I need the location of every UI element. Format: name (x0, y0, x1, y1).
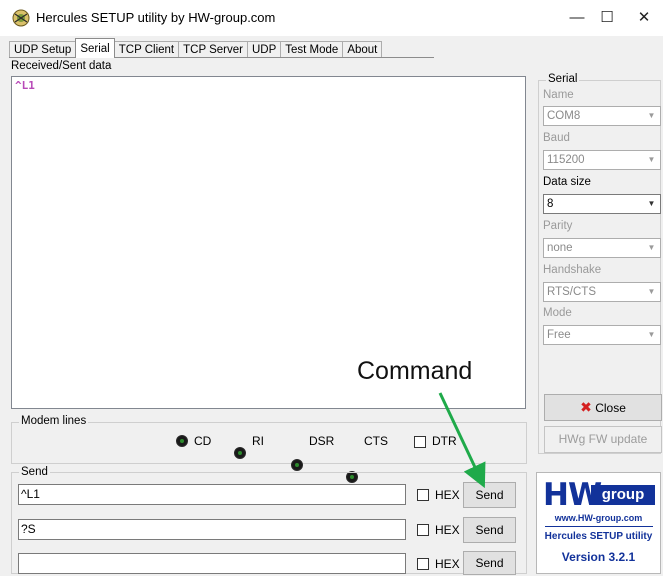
window-title: Hercules SETUP utility by HW-group.com (36, 10, 276, 25)
tab-underline (9, 57, 434, 58)
parity-value: none (547, 242, 573, 254)
baud-select[interactable]: 115200 ▼ (543, 150, 661, 170)
cd-label: CD (194, 434, 212, 448)
command-annotation-label: Command (357, 357, 473, 385)
hw-group-logo[interactable]: HW group www.HW-group.com Hercules SETUP… (536, 472, 661, 574)
parity-select[interactable]: none ▼ (543, 238, 661, 258)
received-data-label: Received/Sent data (11, 60, 112, 72)
hwg-fw-update-button[interactable]: HWg FW update (544, 426, 662, 453)
chevron-down-icon: ▼ (647, 287, 656, 296)
hex-checkbox-3[interactable] (417, 558, 429, 570)
mode-label: Mode (543, 307, 572, 319)
received-data-text: ^L1 (15, 79, 35, 92)
baud-label: Baud (543, 132, 570, 144)
tab-tcp-server[interactable]: TCP Server (178, 41, 248, 58)
tab-tcp-client[interactable]: TCP Client (113, 41, 180, 58)
tab-strip: UDP Setup Serial TCP Client TCP Server U… (9, 38, 383, 58)
dtr-checkbox[interactable] (414, 436, 426, 448)
dsr-led-indicator (291, 459, 303, 471)
tab-udp[interactable]: UDP (246, 41, 282, 58)
maximize-button[interactable]: ☐ (596, 8, 618, 28)
handshake-value: RTS/CTS (547, 286, 596, 298)
logo-version: Version 3.2.1 (561, 550, 636, 564)
hex-checkbox-2[interactable] (417, 524, 429, 536)
tab-udp-setup[interactable]: UDP Setup (9, 41, 77, 58)
ri-label: RI (252, 434, 264, 448)
logo-group-text: group (591, 485, 655, 505)
hex-checkbox-1[interactable] (417, 489, 429, 501)
mode-value: Free (547, 329, 571, 341)
tab-serial[interactable]: Serial (75, 38, 115, 58)
port-name-label: Name (543, 89, 574, 101)
modem-lines-label: Modem lines (19, 415, 89, 428)
close-port-label: Close (595, 401, 626, 415)
ri-led-indicator (234, 447, 246, 459)
handshake-label: Handshake (543, 264, 602, 276)
cts-label: CTS (364, 434, 388, 448)
hex-label-1: HEX (435, 488, 460, 502)
send-button-3[interactable]: Send (463, 551, 516, 575)
minimize-button[interactable]: — (566, 8, 588, 28)
chevron-down-icon: ▼ (647, 111, 656, 120)
send-input-1[interactable]: ^L1 (18, 484, 406, 505)
close-window-button[interactable]: ✕ (633, 8, 655, 28)
dtr-label: DTR (432, 434, 457, 448)
chevron-down-icon: ▼ (647, 243, 656, 252)
chevron-down-icon: ▼ (647, 155, 656, 164)
port-name-value: COM8 (547, 110, 581, 122)
parity-label: Parity (543, 220, 573, 232)
send-button-2[interactable]: Send (463, 517, 516, 543)
baud-value: 115200 (547, 154, 585, 166)
chevron-down-icon: ▼ (647, 199, 656, 208)
chevron-down-icon: ▼ (647, 330, 656, 339)
cd-led-indicator (176, 435, 188, 447)
port-name-select[interactable]: COM8 ▼ (543, 106, 661, 126)
send-button-1[interactable]: Send (463, 482, 516, 508)
red-x-icon: ✖ (580, 399, 592, 415)
tab-about[interactable]: About (342, 41, 383, 58)
logo-url: www.HW-group.com (554, 513, 643, 523)
logo-product-name: Hercules SETUP utility (544, 531, 653, 542)
send-input-2[interactable]: ?S (18, 519, 406, 540)
close-port-button[interactable]: ✖ Close (544, 394, 662, 421)
data-size-select[interactable]: 8 ▼ (543, 194, 661, 214)
logo-divider (545, 526, 653, 527)
data-size-value: 8 (547, 198, 554, 210)
mode-select[interactable]: Free ▼ (543, 325, 661, 345)
handshake-select[interactable]: RTS/CTS ▼ (543, 282, 661, 302)
tab-test-mode[interactable]: Test Mode (280, 41, 344, 58)
send-group-label: Send (19, 466, 50, 479)
send-input-3[interactable] (18, 553, 406, 574)
dsr-label: DSR (309, 434, 335, 448)
hercules-app-icon (12, 9, 30, 27)
serial-group-label: Serial (546, 73, 580, 86)
hex-label-2: HEX (435, 523, 460, 537)
hex-label-3: HEX (435, 557, 460, 571)
data-size-label: Data size (543, 176, 591, 188)
title-bar: Hercules SETUP utility by HW-group.com —… (0, 0, 663, 36)
